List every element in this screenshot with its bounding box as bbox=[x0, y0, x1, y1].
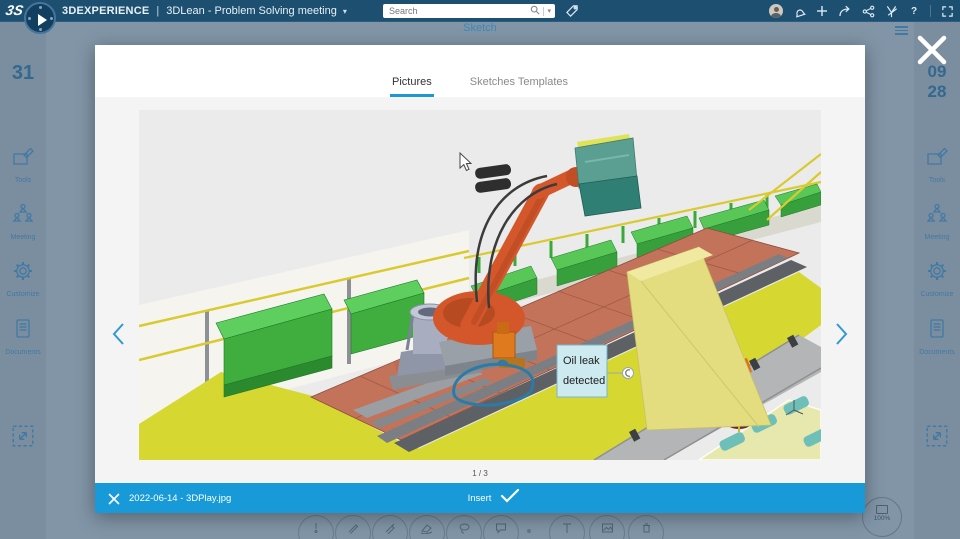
svg-text:detected: detected bbox=[563, 375, 605, 387]
previous-image-button[interactable] bbox=[109, 321, 129, 347]
add-icon[interactable] bbox=[815, 4, 829, 18]
fullscreen-icon[interactable] bbox=[940, 4, 954, 18]
sidebar-item-documents[interactable]: Documents bbox=[914, 317, 960, 356]
sidebar-item-meeting[interactable]: Meeting bbox=[914, 202, 960, 241]
dialog-body: Oil leak detected 1 / 3 bbox=[95, 97, 865, 483]
sidebar-item-label: Meeting bbox=[924, 234, 950, 241]
collaborate-icon[interactable] bbox=[861, 4, 875, 18]
search-divider bbox=[543, 6, 545, 16]
tag-icon[interactable] bbox=[565, 4, 579, 23]
avatar[interactable] bbox=[769, 4, 783, 18]
picture-picker-dialog: Pictures Sketches Templates Oil leak det… bbox=[95, 45, 865, 513]
tool-button-text[interactable] bbox=[549, 515, 585, 539]
search-icon[interactable] bbox=[530, 2, 541, 20]
document-icon bbox=[924, 319, 950, 345]
svg-text:Oil leak: Oil leak bbox=[563, 355, 600, 367]
app-title-area[interactable]: 3DEXPERIENCE | 3DLean - Problem Solving … bbox=[62, 0, 347, 22]
insert-button[interactable]: Insert bbox=[468, 493, 492, 504]
chevron-down-icon[interactable]: ▾ bbox=[343, 7, 347, 16]
sidebar-item-label: Meeting bbox=[10, 234, 36, 241]
notification-icon[interactable] bbox=[792, 4, 806, 18]
pagination-indicator: 1 / 3 bbox=[472, 469, 488, 478]
tool-button-pen[interactable] bbox=[372, 515, 408, 539]
search-scope-chevron-icon[interactable]: ▾ bbox=[547, 7, 551, 15]
brand-separator: | bbox=[156, 5, 160, 17]
sidebar-item-tools[interactable]: Tools bbox=[0, 145, 46, 184]
next-image-button[interactable] bbox=[831, 321, 851, 347]
tool-button-lasso[interactable] bbox=[446, 515, 482, 539]
compass-icon[interactable] bbox=[24, 2, 56, 34]
remove-file-icon[interactable] bbox=[108, 492, 120, 505]
note-anchor-icon bbox=[622, 367, 634, 379]
tool-button-image[interactable] bbox=[589, 515, 625, 539]
insert-action-bar: 2022-06-14 - 3DPlay.jpg Insert bbox=[95, 483, 865, 513]
close-icon[interactable] bbox=[915, 34, 949, 66]
resize-icon bbox=[10, 425, 36, 453]
tab-sketches-templates[interactable]: Sketches Templates bbox=[468, 68, 570, 97]
search-box[interactable]: ▾ bbox=[383, 4, 555, 18]
sidebar-item-label: Tools bbox=[14, 177, 32, 184]
tool-button-eraser[interactable] bbox=[409, 515, 445, 539]
panel-resize-left[interactable] bbox=[0, 423, 46, 454]
toolbar-separator-dot bbox=[527, 529, 531, 533]
sidebar-item-label: Tools bbox=[928, 177, 946, 184]
help-icon[interactable]: ? bbox=[907, 4, 921, 18]
threeds-logo[interactable]: 3S bbox=[4, 2, 25, 18]
check-icon[interactable] bbox=[500, 488, 520, 508]
tools-icon bbox=[924, 147, 950, 173]
dialog-tab-bar: Pictures Sketches Templates bbox=[95, 45, 865, 97]
sidebar-item-label: Customize bbox=[6, 291, 40, 298]
topbar-divider bbox=[930, 5, 931, 17]
sidebar-item-customize[interactable]: Customize bbox=[0, 259, 46, 298]
sidebar-item-tools[interactable]: Tools bbox=[914, 145, 960, 184]
tools-icon bbox=[10, 147, 36, 173]
sidebar-item-customize[interactable]: Customize bbox=[914, 259, 960, 298]
panel-resize-right[interactable] bbox=[914, 423, 960, 454]
share-arrow-icon[interactable] bbox=[838, 4, 852, 18]
play-media-icon[interactable] bbox=[884, 4, 898, 18]
annotation-note: Oil leak detected bbox=[556, 344, 608, 398]
meeting-icon bbox=[924, 203, 950, 230]
sidebar-item-label: Documents bbox=[919, 349, 955, 356]
page-icon bbox=[876, 505, 888, 514]
tool-button-comment[interactable] bbox=[483, 515, 519, 539]
app-window: Sketch 31 AUG 09 28 Tools Meeting Custom… bbox=[0, 0, 960, 539]
tab-pictures[interactable]: Pictures bbox=[390, 68, 434, 97]
search-input[interactable] bbox=[383, 6, 531, 16]
time-minute: 28 bbox=[927, 82, 947, 101]
tool-button-pencil[interactable] bbox=[335, 515, 371, 539]
zoom-level-value: 100% bbox=[873, 515, 891, 522]
scene-image: Oil leak detected bbox=[139, 110, 821, 460]
resize-icon bbox=[924, 425, 950, 453]
sidebar-item-meeting[interactable]: Meeting bbox=[0, 202, 46, 241]
gear-icon bbox=[10, 262, 36, 287]
app-title: 3DLean - Problem Solving meeting bbox=[166, 5, 337, 17]
meeting-icon bbox=[10, 203, 36, 230]
top-bar: 3DEXPERIENCE | 3DLean - Problem Solving … bbox=[0, 0, 960, 22]
zoom-level-indicator[interactable]: 100% bbox=[862, 497, 902, 537]
gear-icon bbox=[924, 262, 950, 287]
sidebar-item-documents[interactable]: Documents bbox=[0, 317, 46, 356]
brand-name: 3DEXPERIENCE bbox=[62, 5, 150, 17]
tool-button-delete[interactable] bbox=[628, 515, 664, 539]
selected-file-name: 2022-06-14 - 3DPlay.jpg bbox=[129, 492, 232, 504]
document-icon bbox=[10, 319, 36, 345]
tool-button-pointer[interactable] bbox=[298, 515, 334, 539]
sidebar-item-label: Documents bbox=[5, 349, 41, 356]
date-day: 31 bbox=[11, 62, 35, 84]
sketch-panel-title: Sketch bbox=[463, 22, 497, 34]
sidebar-item-label: Customize bbox=[920, 291, 954, 298]
